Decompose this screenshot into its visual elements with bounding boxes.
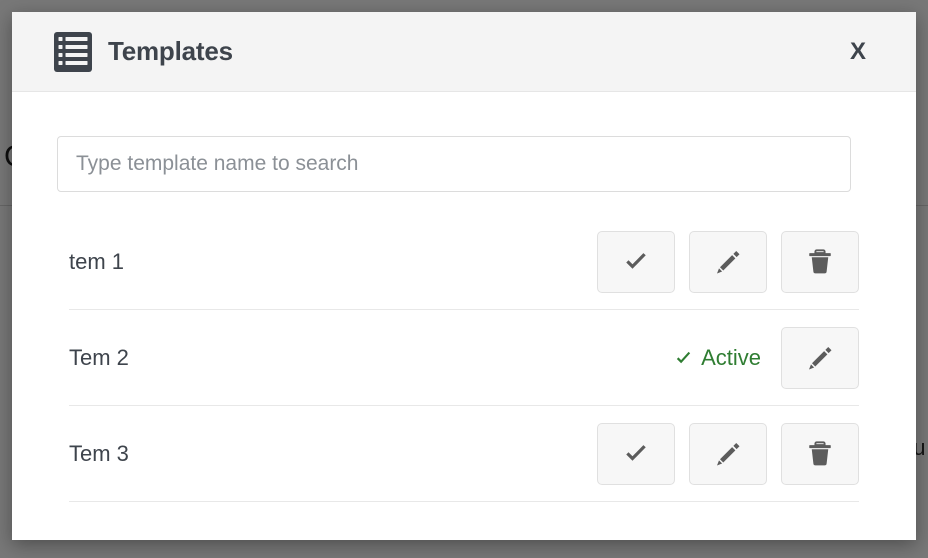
pencil-icon xyxy=(717,251,740,274)
table-row[interactable]: tem 1 xyxy=(57,214,871,310)
table-row[interactable]: Tem 3 xyxy=(57,406,871,502)
templates-list: tem 1 Tem 2 Active Tem 3 xyxy=(57,214,871,502)
delete-template-button[interactable] xyxy=(781,423,859,485)
status-badge-label: Active xyxy=(701,345,761,370)
templates-modal: Templates X tem 1 xyxy=(12,12,916,540)
template-name: Tem 2 xyxy=(69,345,129,370)
select-template-button[interactable] xyxy=(597,423,675,485)
search-input[interactable] xyxy=(57,136,851,192)
modal-header-left: Templates xyxy=(54,31,233,72)
templates-list-icon xyxy=(54,31,92,72)
row-actions xyxy=(597,231,859,293)
screen: C su xyxy=(0,0,928,558)
pencil-icon xyxy=(809,347,832,370)
check-icon xyxy=(676,351,691,363)
template-name: Tem 3 xyxy=(69,441,129,466)
modal-header: Templates X xyxy=(12,12,916,92)
status-badge: Active xyxy=(674,347,761,369)
delete-template-button[interactable] xyxy=(781,231,859,293)
close-button[interactable]: X xyxy=(844,36,872,68)
modal-body: tem 1 xyxy=(12,92,916,540)
trash-icon xyxy=(809,441,831,466)
edit-template-button[interactable] xyxy=(689,423,767,485)
check-icon xyxy=(626,445,646,461)
edit-template-button[interactable] xyxy=(689,231,767,293)
row-actions: Active xyxy=(674,327,859,389)
edit-template-button[interactable] xyxy=(781,327,859,389)
select-template-button[interactable] xyxy=(597,231,675,293)
table-row[interactable]: Tem 2 Active xyxy=(57,310,871,406)
template-name: tem 1 xyxy=(69,249,125,274)
page-title: Templates xyxy=(108,36,233,66)
row-actions xyxy=(597,423,859,485)
check-icon xyxy=(626,253,646,269)
trash-icon xyxy=(809,249,831,274)
pencil-icon xyxy=(717,443,740,466)
search-container xyxy=(57,92,871,192)
